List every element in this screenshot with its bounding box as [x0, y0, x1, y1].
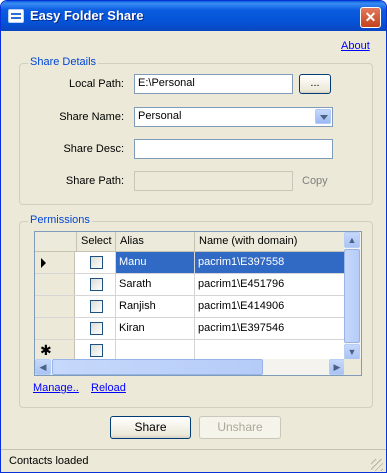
- browse-button[interactable]: ...: [299, 74, 331, 94]
- horizontal-scroll-thumb[interactable]: [52, 359, 263, 375]
- table-row[interactable]: Ranjish pacrim1\E414906: [35, 296, 345, 318]
- easy-folder-share-window: Easy Folder Share ✕ About Share Details …: [0, 0, 387, 473]
- alias-cell[interactable]: Sarath: [116, 274, 195, 295]
- name-cell[interactable]: pacrim1\E414906: [195, 296, 345, 317]
- vertical-scrollbar[interactable]: ▲ ▼: [344, 232, 361, 360]
- share-name-select[interactable]: Personal: [134, 107, 333, 127]
- chevron-down-icon[interactable]: [315, 109, 331, 124]
- name-cell[interactable]: [195, 340, 345, 361]
- column-name[interactable]: Name (with domain): [195, 232, 345, 251]
- status-text: Contacts loaded: [9, 455, 89, 467]
- copy-link: Copy: [302, 175, 328, 187]
- share-desc-field[interactable]: [134, 139, 333, 159]
- row-header[interactable]: ✱: [35, 340, 75, 361]
- column-alias[interactable]: Alias: [116, 232, 195, 251]
- grid-header: Select Alias Name (with domain): [35, 232, 345, 252]
- resize-grip-icon[interactable]: [371, 459, 383, 471]
- select-checkbox[interactable]: [90, 300, 103, 313]
- manage-link[interactable]: Manage..: [33, 382, 79, 394]
- vertical-scroll-thumb[interactable]: [344, 249, 360, 343]
- select-checkbox[interactable]: [90, 256, 103, 269]
- status-bar: Contacts loaded: [1, 449, 386, 472]
- title-bar[interactable]: Easy Folder Share ✕: [1, 1, 386, 31]
- alias-cell[interactable]: Kiran: [116, 318, 195, 339]
- new-row-star-icon: ✱: [40, 342, 52, 358]
- scroll-up-icon[interactable]: ▲: [344, 232, 360, 248]
- alias-cell[interactable]: [116, 340, 195, 361]
- row-header[interactable]: [35, 252, 75, 273]
- alias-cell[interactable]: Ranjish: [116, 296, 195, 317]
- unshare-button[interactable]: Unshare: [199, 416, 281, 439]
- share-desc-label: Share Desc:: [63, 143, 124, 155]
- close-button[interactable]: ✕: [360, 7, 381, 28]
- scroll-left-icon[interactable]: ◀: [35, 359, 51, 375]
- row-header[interactable]: [35, 318, 75, 339]
- scroll-corner: [344, 359, 361, 375]
- scroll-down-icon[interactable]: ▼: [344, 344, 360, 360]
- table-row[interactable]: Sarath pacrim1\E451796: [35, 274, 345, 296]
- row-header-column: [35, 232, 77, 251]
- window-title: Easy Folder Share: [30, 8, 144, 23]
- current-row-arrow-icon: [41, 258, 46, 268]
- row-header[interactable]: [35, 274, 75, 295]
- table-row[interactable]: Manu pacrim1\E397558: [35, 252, 345, 274]
- share-details-legend: Share Details: [28, 56, 99, 68]
- name-cell[interactable]: pacrim1\E397546: [195, 318, 345, 339]
- app-icon: [8, 9, 24, 23]
- permissions-legend: Permissions: [28, 214, 92, 226]
- about-link[interactable]: About: [341, 40, 370, 52]
- share-path-field: [134, 171, 293, 191]
- reload-link[interactable]: Reload: [91, 382, 126, 394]
- column-select[interactable]: Select: [77, 232, 116, 251]
- local-path-field[interactable]: E:\Personal: [134, 74, 293, 94]
- share-button[interactable]: Share: [110, 416, 191, 439]
- select-checkbox[interactable]: [90, 322, 103, 335]
- select-checkbox[interactable]: [90, 344, 103, 357]
- name-cell[interactable]: pacrim1\E397558: [195, 252, 345, 273]
- select-checkbox[interactable]: [90, 278, 103, 291]
- horizontal-scrollbar[interactable]: ◀ ▶: [35, 359, 345, 375]
- new-row[interactable]: ✱: [35, 340, 345, 361]
- alias-cell[interactable]: Manu: [116, 252, 195, 273]
- share-name-label: Share Name:: [59, 111, 124, 123]
- share-name-value: Personal: [138, 110, 182, 122]
- permissions-grid[interactable]: Select Alias Name (with domain) Manu pac…: [34, 231, 362, 376]
- name-cell[interactable]: pacrim1\E451796: [195, 274, 345, 295]
- scroll-right-icon[interactable]: ▶: [329, 359, 345, 375]
- share-path-label: Share Path:: [65, 175, 124, 187]
- row-header[interactable]: [35, 296, 75, 317]
- local-path-label: Local Path:: [68, 78, 124, 90]
- table-row[interactable]: Kiran pacrim1\E397546: [35, 318, 345, 340]
